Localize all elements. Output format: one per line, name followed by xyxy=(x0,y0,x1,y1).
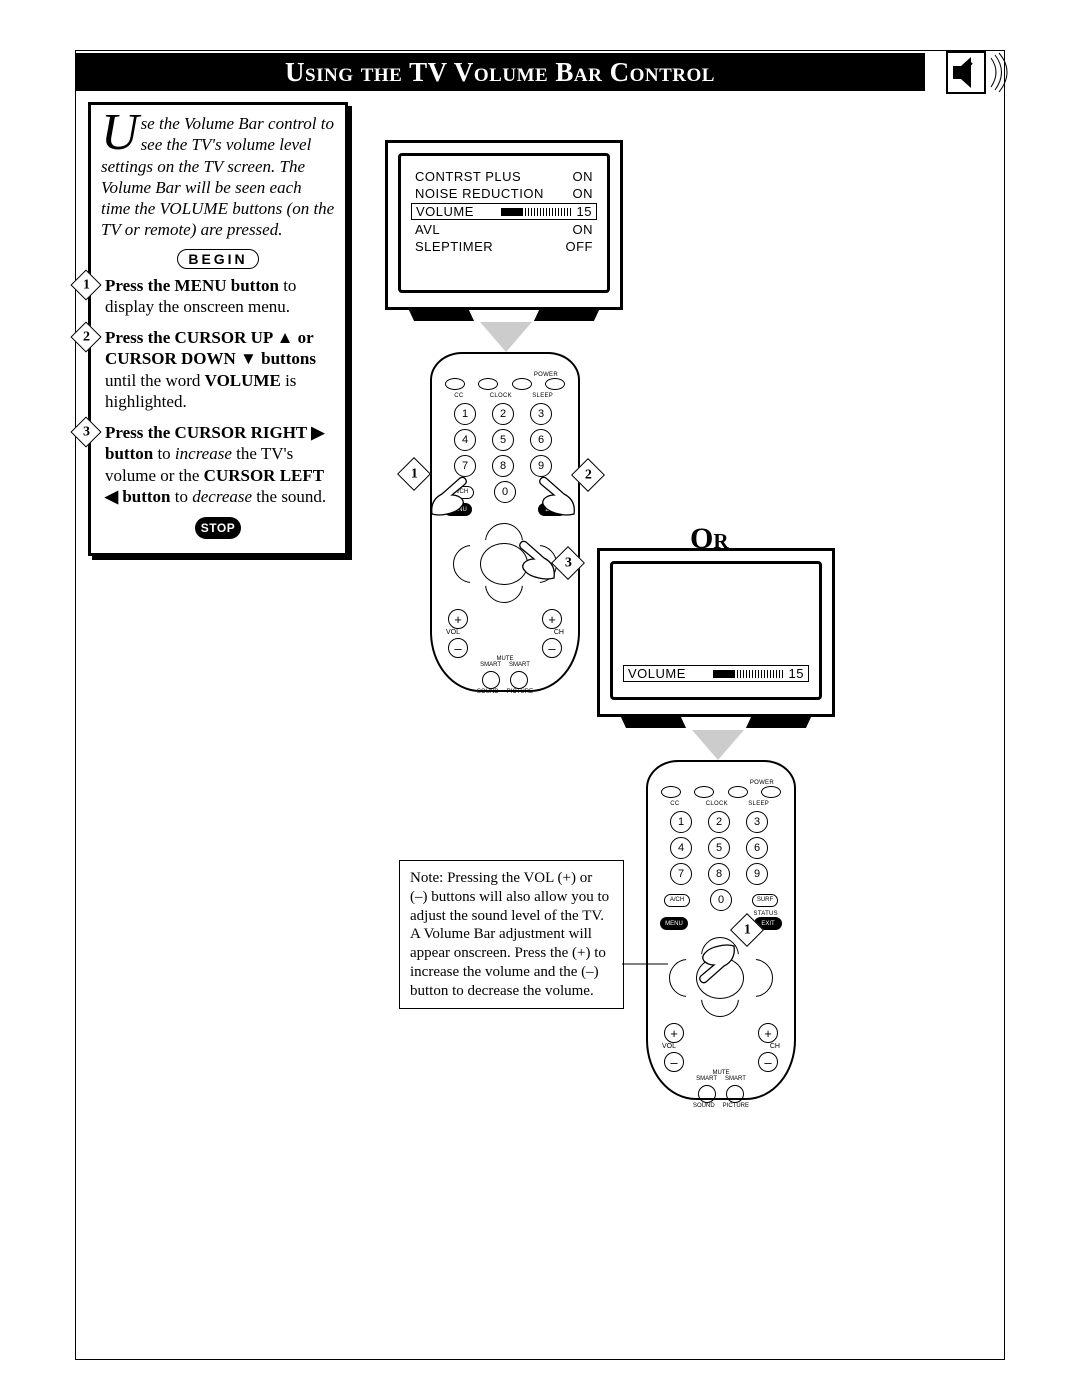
osd-value: OFF xyxy=(566,239,594,254)
remote-control-2: POWERCCCLOCKSLEEP123456789A/CH0SURFSTATU… xyxy=(646,760,796,1100)
digit-5[interactable]: 5 xyxy=(708,837,730,859)
volume-bar xyxy=(501,208,571,216)
osd-value: ON xyxy=(573,169,594,184)
step-1: 1 Press the MENU button to display the o… xyxy=(101,275,335,318)
digit-1[interactable]: 1 xyxy=(454,403,476,425)
osd-value: ON xyxy=(573,222,594,237)
note-box: Note: Pressing the VOL (+) or (–) button… xyxy=(399,860,624,1009)
ch-up[interactable]: + xyxy=(758,1023,778,1043)
ch-down[interactable]: – xyxy=(758,1052,778,1072)
digit-3[interactable]: 3 xyxy=(530,403,552,425)
pointing-hand-icon xyxy=(426,470,476,520)
osd-menu: CONTRST PLUS ON NOISE REDUCTION ON VOLUME 15 A… xyxy=(398,153,610,293)
osd-value: 15 xyxy=(501,204,592,219)
osd-volume-only: VOLUME 15 xyxy=(610,561,822,700)
step-3: 3 Press the CURSOR RIGHT ▶ button to inc… xyxy=(101,422,335,507)
oval-button[interactable] xyxy=(728,786,748,798)
digit-8[interactable]: 8 xyxy=(492,455,514,477)
callout-1: 1 xyxy=(402,462,426,486)
osd-value: 15 xyxy=(789,666,804,681)
pointer-icon xyxy=(692,730,744,760)
osd-label: VOLUME xyxy=(416,204,474,219)
begin-badge: BEGIN xyxy=(101,249,335,269)
leader-line xyxy=(622,954,668,974)
ch-down[interactable]: – xyxy=(542,638,562,658)
smart-button[interactable] xyxy=(510,671,528,689)
digit-8[interactable]: 8 xyxy=(708,863,730,885)
digit-0[interactable]: 0 xyxy=(710,889,732,911)
oval-button[interactable] xyxy=(478,378,498,390)
digit-4[interactable]: 4 xyxy=(454,429,476,451)
digit-0[interactable]: 0 xyxy=(494,481,516,503)
oval-button[interactable] xyxy=(512,378,532,390)
digit-2[interactable]: 2 xyxy=(492,403,514,425)
osd-label: SLEPTIMER xyxy=(415,239,493,254)
surf-button[interactable]: SURF xyxy=(752,894,778,907)
vol-up[interactable]: + xyxy=(664,1023,684,1043)
osd-row: CONTRST PLUS ON xyxy=(413,168,595,185)
oval-button[interactable] xyxy=(545,378,565,390)
instruction-panel: U se the Volume Bar control to see the T… xyxy=(88,102,348,556)
oval-button[interactable] xyxy=(445,378,465,390)
stop-badge: STOP xyxy=(101,517,335,539)
osd-row: AVL ON xyxy=(413,221,595,238)
osd-label: VOLUME xyxy=(628,666,686,681)
oval-button[interactable] xyxy=(661,786,681,798)
intro-text: U se the Volume Bar control to see the T… xyxy=(101,113,335,241)
speaker-volume-icon xyxy=(945,50,1010,95)
tv-screen-1: CONTRST PLUS ON NOISE REDUCTION ON VOLUME 15 A… xyxy=(385,140,623,310)
osd-label: CONTRST PLUS xyxy=(415,169,521,184)
pointing-hand-icon xyxy=(690,940,740,990)
osd-row: NOISE REDUCTION ON xyxy=(413,185,595,202)
volume-bar xyxy=(713,670,783,678)
digit-1[interactable]: 1 xyxy=(670,811,692,833)
smart-button[interactable] xyxy=(726,1085,744,1103)
dropcap: U xyxy=(101,113,141,153)
page-title: Using the TV Volume Bar Control xyxy=(75,53,925,91)
osd-row: SLEPTIMER OFF xyxy=(413,238,595,255)
vol-down[interactable]: – xyxy=(448,638,468,658)
smart-button[interactable] xyxy=(482,671,500,689)
digit-5[interactable]: 5 xyxy=(492,429,514,451)
callout-r2-1: 1 xyxy=(735,918,759,942)
oval-button[interactable] xyxy=(694,786,714,798)
vol-down[interactable]: – xyxy=(664,1052,684,1072)
digit-6[interactable]: 6 xyxy=(530,429,552,451)
osd-label: NOISE REDUCTION xyxy=(415,186,544,201)
osd-label: AVL xyxy=(415,222,440,237)
oval-button[interactable] xyxy=(761,786,781,798)
osd-value: ON xyxy=(573,186,594,201)
menu-button[interactable]: MENU xyxy=(660,917,688,930)
pointing-hand-icon xyxy=(530,470,580,520)
digit-7[interactable]: 7 xyxy=(670,863,692,885)
step-2: 2 Press the CURSOR UP ▲ or CURSOR DOWN ▼… xyxy=(101,327,335,412)
digit-4[interactable]: 4 xyxy=(670,837,692,859)
digit-9[interactable]: 9 xyxy=(746,863,768,885)
ch-up[interactable]: + xyxy=(542,609,562,629)
ach-button[interactable]: A/CH xyxy=(664,894,690,907)
osd-row: VOLUME 15 xyxy=(411,203,597,220)
vol-up[interactable]: + xyxy=(448,609,468,629)
remote-control-1: POWERCCCLOCKSLEEP123456789A/CH0MENUEXIT+… xyxy=(430,352,580,692)
digit-6[interactable]: 6 xyxy=(746,837,768,859)
digit-2[interactable]: 2 xyxy=(708,811,730,833)
digit-3[interactable]: 3 xyxy=(746,811,768,833)
pointer-icon xyxy=(480,322,532,352)
smart-button[interactable] xyxy=(698,1085,716,1103)
pointing-hand-icon xyxy=(510,534,560,584)
tv-screen-2: VOLUME 15 xyxy=(597,548,835,717)
